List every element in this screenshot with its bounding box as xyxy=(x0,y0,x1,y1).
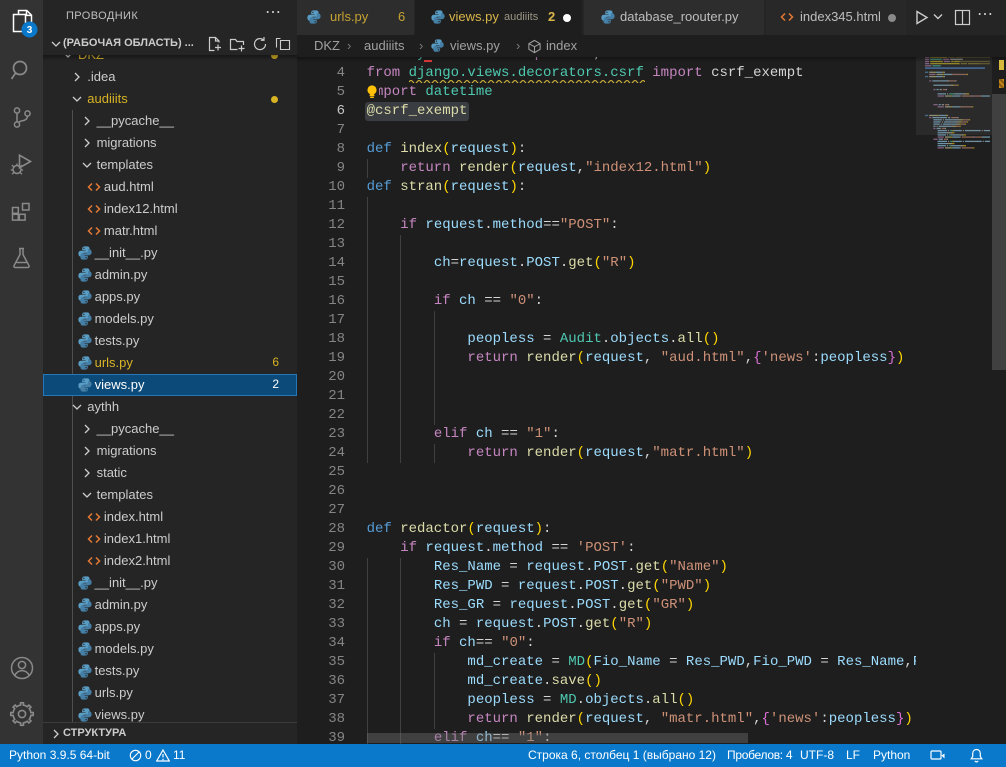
svg-text:3: 3 xyxy=(26,25,32,36)
